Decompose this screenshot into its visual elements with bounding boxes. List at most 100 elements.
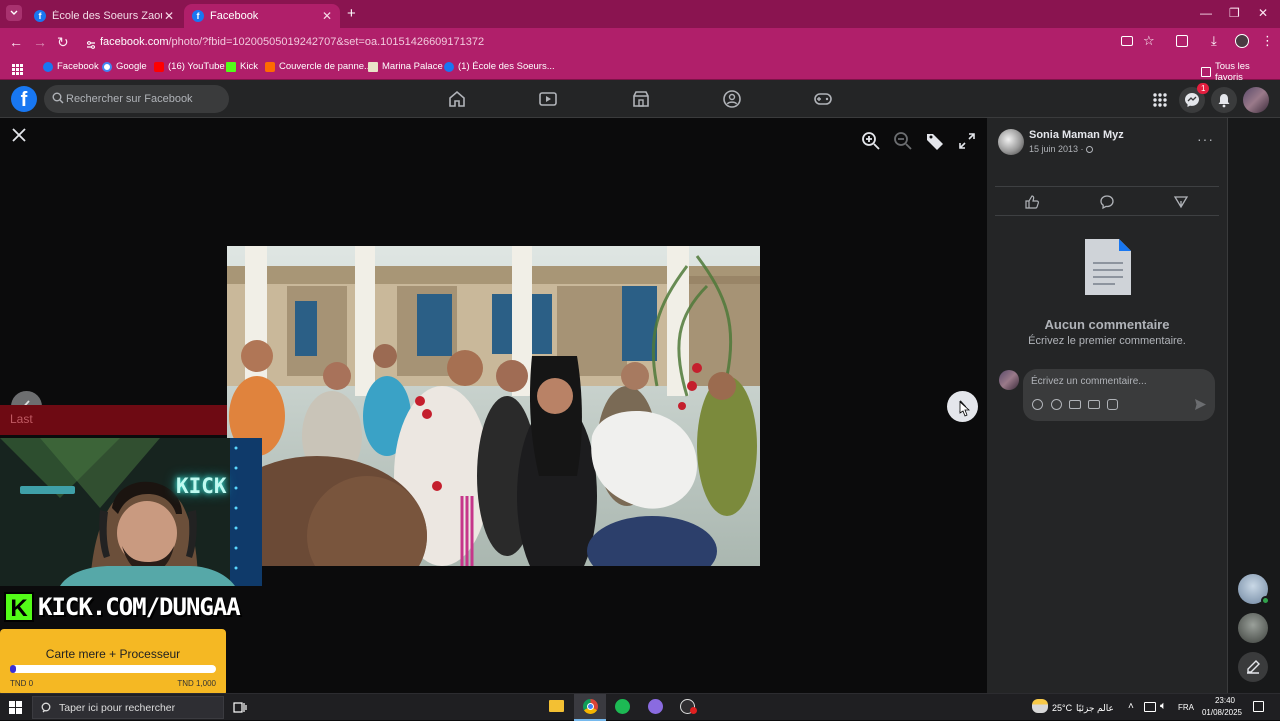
spotify-icon[interactable] — [615, 699, 630, 714]
bookmark-label: Kick — [240, 61, 258, 72]
send-icon[interactable] — [1194, 398, 1207, 411]
minimize-button[interactable]: — — [1200, 6, 1212, 20]
new-tab-button[interactable]: + — [347, 5, 356, 22]
bookmark-facebook[interactable]: Facebook — [43, 61, 99, 72]
restore-button[interactable]: ❐ — [1229, 6, 1240, 20]
document-icon — [1085, 239, 1131, 295]
notification-center-icon[interactable] — [1253, 701, 1264, 712]
tab-ecole[interactable]: f École des Soeurs Zaouia Bokria ✕ — [26, 4, 182, 28]
windows-start-icon[interactable] — [9, 701, 22, 714]
task-view-icon[interactable] — [233, 701, 247, 714]
notifications-button[interactable] — [1211, 87, 1237, 113]
profile-avatar[interactable] — [1235, 34, 1249, 48]
clock-date[interactable]: 01/08/2025 — [1199, 708, 1245, 717]
share-icon[interactable] — [1173, 194, 1189, 210]
new-message-button[interactable] — [1238, 652, 1268, 682]
bell-icon — [1218, 94, 1230, 108]
menu-kebab-icon[interactable]: ⋮ — [1261, 33, 1274, 49]
tab-search-button[interactable] — [6, 5, 22, 21]
groups-icon[interactable] — [721, 88, 743, 110]
file-explorer-icon[interactable] — [549, 700, 564, 712]
download-icon[interactable]: ⤓ — [1211, 33, 1217, 49]
tray-chevron-icon[interactable]: ˄ — [1128, 701, 1134, 712]
post-date[interactable]: 15 juin 2013 · — [1029, 144, 1094, 154]
divider — [995, 215, 1219, 216]
menu-grid-button[interactable] — [1147, 87, 1173, 113]
taskbar-search-input[interactable]: Taper ici pour rechercher — [32, 696, 224, 719]
bookmark-youtube[interactable]: (16) YouTube — [154, 61, 225, 72]
search-input[interactable]: Rechercher sur Facebook — [44, 85, 229, 113]
avatar-sticker-icon[interactable] — [1032, 399, 1043, 410]
gif-icon[interactable] — [1088, 400, 1100, 409]
tab-facebook[interactable]: f Facebook ✕ — [184, 4, 340, 28]
taskbar-search-placeholder: Taper ici pour rechercher — [59, 701, 176, 714]
comment-icon[interactable] — [1099, 194, 1115, 210]
post-side-panel: Sonia Maman Myz 15 juin 2013 · ··· Aucun… — [987, 118, 1227, 693]
like-icon[interactable] — [1024, 194, 1040, 210]
language-indicator[interactable]: FRA — [1178, 703, 1194, 712]
photo-scene — [227, 246, 760, 566]
tag-icon[interactable] — [924, 130, 946, 152]
account-avatar[interactable] — [1243, 87, 1269, 113]
forward-button[interactable]: → — [33, 34, 47, 50]
windows-taskbar: Taper ici pour rechercher 25°C عالم جزئي… — [0, 693, 1280, 721]
apps-grid-icon[interactable] — [12, 62, 23, 80]
weather-icon[interactable] — [1032, 699, 1048, 713]
weather-temp[interactable]: 25°C — [1052, 703, 1072, 713]
weather-description[interactable]: عالم جزئيًا — [1076, 703, 1114, 714]
chrome-icon — [583, 699, 598, 714]
comment-composer[interactable]: Écrivez un commentaire... — [1023, 369, 1215, 421]
streamer-webcam: KICK — [0, 438, 262, 586]
clock-time[interactable]: 23:40 — [1207, 696, 1243, 705]
post-options-button[interactable]: ··· — [1197, 131, 1214, 147]
kick-channel-url: KICK.COM/DUNGAA — [38, 593, 241, 621]
chrome-taskbar-button[interactable] — [574, 694, 606, 721]
contact-avatar[interactable] — [1238, 613, 1268, 643]
url-host: facebook.com — [100, 36, 169, 48]
close-icon[interactable] — [8, 124, 30, 146]
gaming-icon[interactable] — [812, 88, 834, 110]
bookmark-google[interactable]: Google — [102, 61, 147, 72]
banner-text-left: Last — [10, 412, 33, 426]
emoji-icon[interactable] — [1051, 399, 1062, 410]
post-author[interactable]: Sonia Maman Myz — [1029, 129, 1124, 141]
facebook-logo[interactable]: f — [11, 86, 37, 112]
bookmark-label: Google — [116, 61, 147, 72]
zoom-out-icon[interactable] — [892, 130, 914, 152]
network-icon[interactable] — [1144, 702, 1156, 712]
video-icon[interactable] — [537, 88, 559, 110]
post-date-text: 15 juin 2013 · — [1029, 144, 1087, 154]
bookmark-ecole[interactable]: (1) École des Soeurs... — [444, 61, 555, 72]
discord-icon[interactable] — [648, 699, 663, 714]
sticker-icon[interactable] — [1107, 399, 1118, 410]
reload-button[interactable]: ↻ — [57, 34, 69, 51]
marketplace-icon[interactable] — [630, 88, 652, 110]
fullscreen-icon[interactable] — [956, 130, 978, 152]
install-app-icon[interactable] — [1121, 36, 1133, 46]
no-comments-subtitle: Écrivez le premier commentaire. — [1028, 335, 1186, 347]
tab-title: Facebook — [210, 10, 259, 22]
extensions-icon[interactable] — [1176, 35, 1188, 47]
close-window-button[interactable]: ✕ — [1258, 6, 1268, 20]
back-button[interactable]: ← — [9, 34, 23, 50]
author-avatar[interactable] — [998, 129, 1024, 155]
kick-logo-icon: K — [4, 592, 34, 622]
bookmark-star-icon[interactable]: ☆ — [1143, 33, 1155, 49]
bookmark-label: Facebook — [57, 61, 99, 72]
comment-input[interactable]: Écrivez un commentaire... — [1031, 376, 1147, 387]
site-info-icon[interactable] — [86, 37, 96, 49]
address-bar[interactable]: facebook.com/photo/?fbid=102005050192427… — [100, 36, 484, 48]
close-tab-icon[interactable]: ✕ — [164, 9, 174, 23]
commenter-avatar — [999, 370, 1019, 390]
bookmark-marina[interactable]: Marina Palace — [368, 61, 443, 72]
home-icon[interactable] — [446, 88, 468, 110]
youtube-icon — [154, 61, 164, 72]
bookmark-couvercle[interactable]: Couvercle de panne... — [265, 61, 372, 72]
bookmark-kick[interactable]: Kick — [226, 61, 258, 72]
camera-icon[interactable] — [1069, 400, 1081, 409]
volume-icon[interactable]: 🔈︎ — [1160, 700, 1167, 713]
goal-progress-bar — [10, 665, 216, 673]
messenger-badge: 1 — [1197, 83, 1210, 94]
close-tab-icon[interactable]: ✕ — [322, 9, 332, 23]
zoom-in-icon[interactable] — [860, 130, 882, 152]
